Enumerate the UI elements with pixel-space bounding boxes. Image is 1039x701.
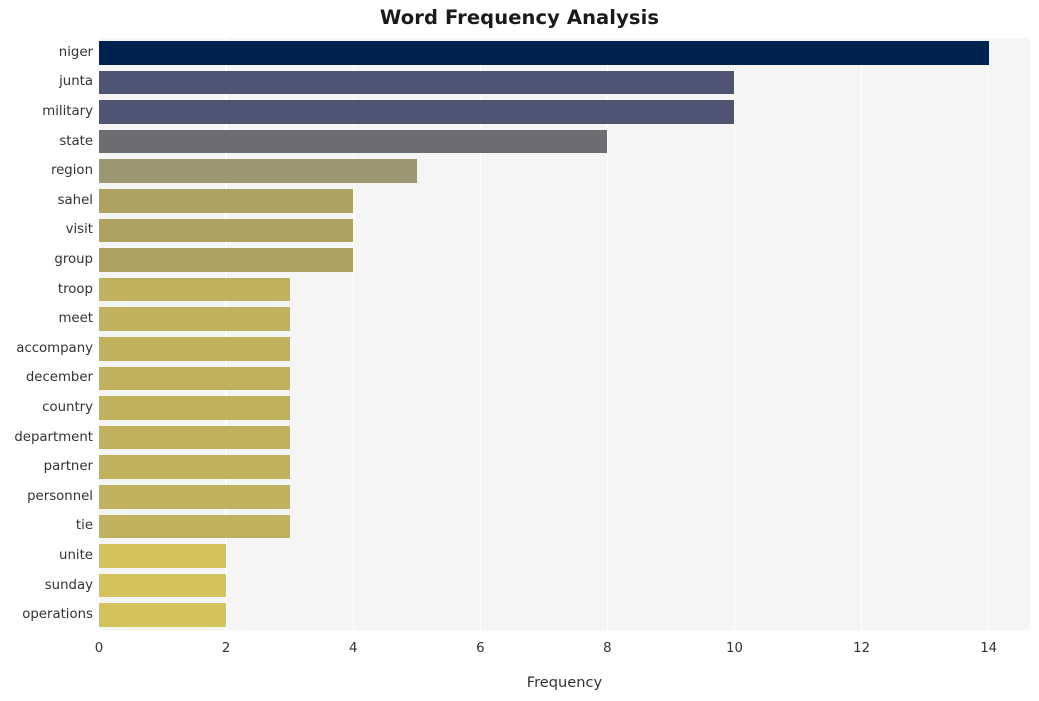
bar-meet[interactable] bbox=[99, 307, 290, 332]
bar-personnel[interactable] bbox=[99, 484, 290, 509]
x-tick-label-4: 4 bbox=[348, 641, 358, 656]
x-tick-label-14: 14 bbox=[980, 641, 998, 656]
bar-row[interactable] bbox=[99, 129, 1030, 154]
x-axis-tick-labels: 0 2 4 6 8 10 12 14 bbox=[95, 630, 1030, 660]
y-tick-label-region: region bbox=[50, 163, 93, 179]
bar-row[interactable] bbox=[99, 277, 1030, 302]
bar-unite[interactable] bbox=[99, 544, 227, 568]
x-axis-label: Frequency bbox=[526, 674, 603, 691]
x-tick-label-8: 8 bbox=[603, 641, 612, 656]
bar-row[interactable] bbox=[99, 100, 1030, 124]
bar-row[interactable] bbox=[99, 336, 1030, 361]
chart-title: Word Frequency Analysis bbox=[379, 6, 660, 29]
bar-row[interactable] bbox=[99, 248, 1030, 272]
y-tick-label-sunday: sunday bbox=[44, 577, 93, 593]
bar-partner[interactable] bbox=[99, 455, 290, 480]
y-tick-label-unite: unite bbox=[59, 548, 93, 563]
y-tick-label-country: country bbox=[42, 400, 93, 415]
bars-layer bbox=[99, 38, 1030, 630]
x-tick-label-2: 2 bbox=[221, 641, 231, 656]
bar-military[interactable] bbox=[99, 100, 735, 124]
bar-visit[interactable] bbox=[99, 218, 354, 243]
bar-row[interactable] bbox=[99, 603, 1030, 628]
bar-row[interactable] bbox=[99, 188, 1030, 213]
y-tick-label-troop: troop bbox=[57, 281, 93, 297]
bar-row[interactable] bbox=[99, 514, 1030, 539]
chart-figure: Word Frequency Analysis niger junta milita… bbox=[0, 0, 1039, 701]
bar-row[interactable] bbox=[99, 396, 1030, 420]
bar-region[interactable] bbox=[99, 159, 417, 184]
bar-row[interactable] bbox=[99, 544, 1030, 568]
bar-row[interactable] bbox=[99, 366, 1030, 391]
bar-group[interactable] bbox=[99, 248, 354, 272]
y-tick-label-visit: visit bbox=[65, 222, 93, 238]
bar-country[interactable] bbox=[99, 396, 290, 420]
bar-row[interactable] bbox=[99, 484, 1030, 509]
bar-december[interactable] bbox=[99, 366, 290, 391]
y-tick-label-sahel: sahel bbox=[57, 192, 93, 208]
bar-junta[interactable] bbox=[99, 70, 735, 95]
bar-department[interactable] bbox=[99, 425, 290, 450]
bar-niger[interactable] bbox=[99, 40, 989, 65]
bar-row[interactable] bbox=[99, 159, 1030, 184]
y-axis-tick-labels: niger junta military state region sahel visit g… bbox=[0, 38, 93, 630]
bar-row[interactable] bbox=[99, 455, 1030, 480]
bar-row[interactable] bbox=[99, 40, 1030, 65]
bar-row[interactable] bbox=[99, 307, 1030, 332]
bar-sahel[interactable] bbox=[99, 188, 354, 213]
bar-operations[interactable] bbox=[99, 603, 227, 628]
bar-state[interactable] bbox=[99, 129, 608, 154]
y-tick-label-personnel: personnel bbox=[27, 488, 93, 504]
y-tick-label-accompany: accompany bbox=[16, 340, 93, 356]
x-tick-label-12: 12 bbox=[853, 641, 871, 656]
y-tick-label-state: state bbox=[59, 133, 93, 149]
y-tick-label-tie: tie bbox=[75, 518, 93, 534]
y-tick-label-december: december bbox=[25, 370, 93, 386]
y-tick-label-junta: junta bbox=[59, 74, 93, 90]
bar-row[interactable] bbox=[99, 70, 1030, 95]
bar-sunday[interactable] bbox=[99, 573, 227, 598]
y-tick-label-group: group bbox=[54, 252, 93, 267]
x-tick-label-10: 10 bbox=[726, 641, 743, 656]
plot-area bbox=[99, 38, 1030, 630]
y-tick-label-partner: partner bbox=[43, 459, 93, 475]
y-tick-label-department: department bbox=[14, 429, 93, 445]
x-tick-label-0: 0 bbox=[94, 641, 104, 656]
bar-tie[interactable] bbox=[99, 514, 290, 539]
bar-troop[interactable] bbox=[99, 277, 290, 302]
y-tick-label-military: military bbox=[42, 104, 93, 119]
bar-row[interactable] bbox=[99, 218, 1030, 243]
x-tick-label-6: 6 bbox=[476, 641, 485, 656]
y-tick-label-meet: meet bbox=[58, 311, 93, 327]
bar-row[interactable] bbox=[99, 573, 1030, 598]
y-tick-label-niger: niger bbox=[58, 44, 93, 60]
bar-row[interactable] bbox=[99, 425, 1030, 450]
bar-accompany[interactable] bbox=[99, 336, 290, 361]
y-tick-label-operations: operations bbox=[22, 607, 93, 623]
